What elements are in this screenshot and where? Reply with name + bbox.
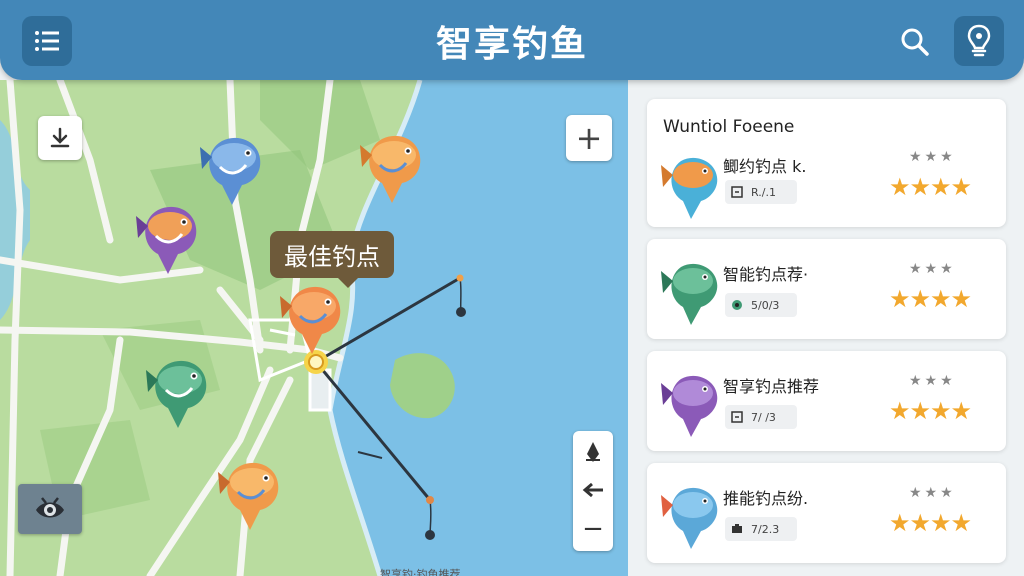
fish-marker-orange-bottom[interactable] [214, 452, 286, 532]
fishing-map[interactable]: 最佳钓点 + − 智享钓·钓鱼推荐 [0, 80, 628, 576]
map-tool-stack: − [573, 431, 613, 551]
eye-camera-icon [36, 497, 64, 518]
fish-thumbnail-icon [661, 263, 718, 325]
search-button[interactable] [897, 24, 933, 60]
spot-card[interactable]: 推能钓点纷. 7/2.3 ★★★ ★★★★ [647, 463, 1006, 563]
app-header: 智享钓鱼 [0, 0, 1024, 80]
fish-marker-orange-top[interactable] [356, 125, 428, 205]
zoom-in-button[interactable]: + [566, 115, 612, 161]
zoom-out-button[interactable]: − [582, 516, 604, 542]
spot-name: 智能钓点荐· [723, 265, 809, 284]
map-bottom-caption: 智享钓·钓鱼推荐 [380, 568, 461, 576]
search-icon [901, 28, 929, 56]
rating-grey-stars: ★★★ [909, 149, 956, 165]
spot-info-chip: 5/0/3 [725, 293, 797, 317]
best-spot-tooltip: 最佳钓点 [270, 231, 394, 288]
download-button[interactable] [38, 116, 82, 160]
rating-gold-stars: ★★★★ [889, 397, 972, 425]
camera-icon [731, 523, 743, 535]
bulb-pin-icon [967, 24, 991, 57]
camera-button[interactable] [18, 484, 82, 534]
panel-heading: Wuntiol Foeene [663, 117, 795, 137]
recommendation-panel: Wuntiol Foeene 鲫约钓点 k. R./.1 ★★★ ★★★★ 智能… [628, 80, 1024, 576]
rating-grey-stars: ★★★ [909, 373, 956, 389]
rating-grey-stars: ★★★ [909, 261, 956, 277]
leaf-icon [731, 299, 743, 311]
spot-name: 鲫约钓点 k. [723, 157, 807, 176]
rating-grey-stars: ★★★ [909, 485, 956, 501]
rating-gold-stars: ★★★★ [889, 509, 972, 537]
calendar-icon [731, 186, 743, 198]
rating-gold-stars: ★★★★ [889, 285, 972, 313]
spot-name: 智享钓点推荐 [723, 377, 820, 396]
spot-card[interactable]: 智能钓点荐· 5/0/3 ★★★ ★★★★ [647, 239, 1006, 339]
spot-name: 推能钓点纷. [723, 489, 809, 508]
spot-info-chip: 7/ /3 [725, 405, 797, 429]
fish-marker-green[interactable] [142, 350, 214, 430]
fish-marker-orange-center[interactable] [276, 276, 348, 356]
calendar-icon [731, 411, 743, 423]
spot-info-chip: 7/2.3 [725, 517, 797, 541]
download-icon [50, 127, 70, 148]
rating-gold-stars: ★★★★ [889, 173, 972, 201]
spot-card[interactable]: 智享钓点推荐 7/ /3 ★★★ ★★★★ [647, 351, 1006, 451]
profile-button[interactable] [954, 16, 1004, 66]
fish-marker-purple[interactable] [132, 196, 204, 276]
fish-thumbnail-icon [661, 157, 718, 219]
spot-card[interactable]: Wuntiol Foeene 鲫约钓点 k. R./.1 ★★★ ★★★★ [647, 99, 1006, 227]
fish-thumbnail-icon [661, 375, 718, 437]
app-title: 智享钓鱼 [435, 24, 588, 65]
compass-icon[interactable] [582, 440, 604, 464]
spot-info-chip: R./.1 [725, 180, 797, 204]
fish-thumbnail-icon [661, 487, 718, 549]
arrow-left-icon[interactable] [581, 482, 605, 498]
fish-marker-blue[interactable] [196, 127, 268, 207]
